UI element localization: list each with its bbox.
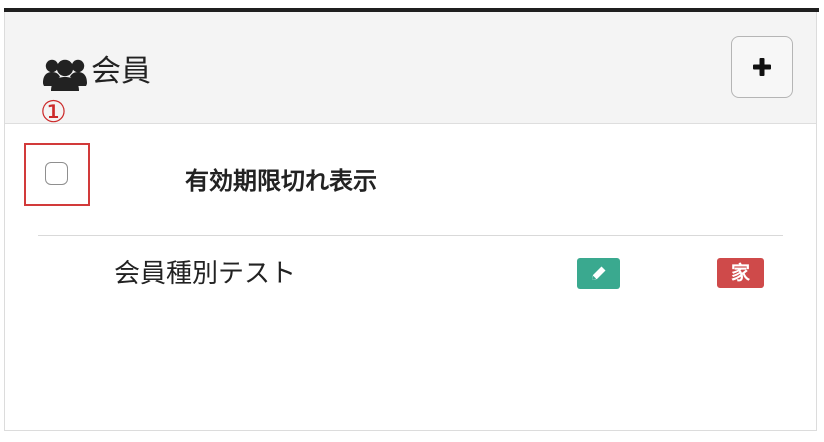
bottom-spacer xyxy=(0,433,824,442)
top-spacer xyxy=(0,0,824,8)
expired-filter-label: 有効期限切れ表示 xyxy=(185,167,377,195)
panel-title: 会員 xyxy=(91,54,151,89)
expired-filter-checkbox[interactable] xyxy=(45,162,68,185)
panel-header: 会員 xyxy=(5,12,816,124)
members-panel-screen: 会員 ① 有効期限切れ表示 会員種別テスト 家 xyxy=(0,0,824,442)
add-member-button[interactable] xyxy=(731,36,793,98)
list-divider xyxy=(38,235,783,236)
members-panel: 会員 xyxy=(4,12,817,431)
pencil-icon xyxy=(592,266,606,280)
edit-member-button[interactable] xyxy=(577,258,620,289)
family-badge: 家 xyxy=(717,258,764,288)
users-icon xyxy=(43,59,87,91)
annotation-marker: ① xyxy=(40,95,67,130)
member-type-name: 会員種別テスト xyxy=(114,259,297,289)
plus-icon xyxy=(753,58,771,76)
